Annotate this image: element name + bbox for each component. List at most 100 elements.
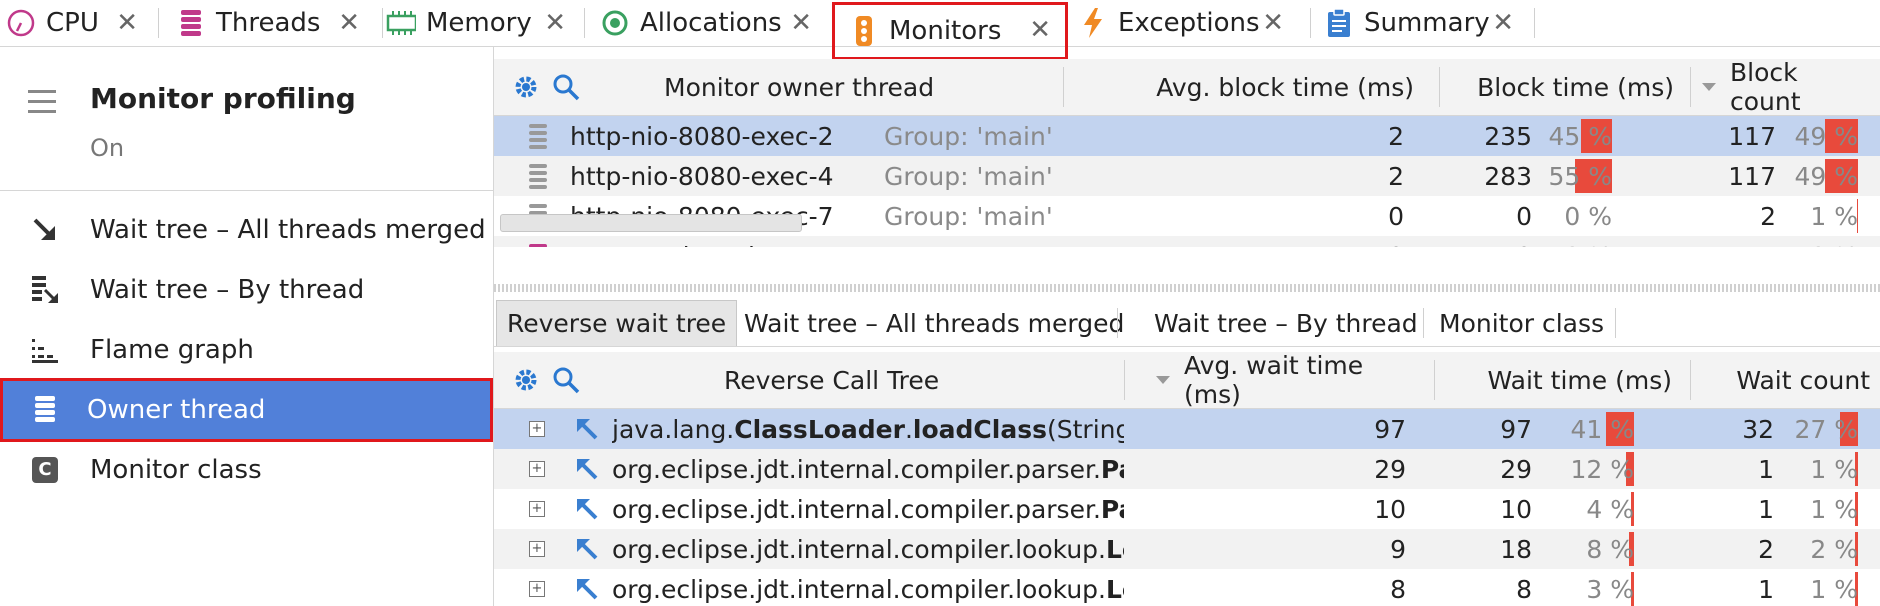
tab-memory[interactable]: Memory ✕ — [386, 0, 582, 46]
tree-row[interactable]: + org.eclipse.jdt.internal.compiler.looku… — [494, 569, 1880, 606]
table-header: Monitor owner thread Avg. block time (ms… — [494, 58, 1880, 116]
method-name: org.eclipse.jdt.internal.compiler.lookup… — [612, 534, 1124, 564]
clipboard-icon — [1324, 8, 1354, 38]
arrow-up-left-icon — [574, 489, 604, 529]
wait-count: 1 — [1758, 454, 1774, 484]
settings-gear-icon[interactable] — [512, 59, 540, 115]
close-icon[interactable]: ✕ — [1262, 8, 1284, 38]
tab-wait-tree-by-thread[interactable]: Wait tree – By thread — [1144, 300, 1428, 346]
wait-count: 1 — [1758, 494, 1774, 524]
block-time: 235 — [1484, 121, 1532, 151]
close-icon[interactable]: ✕ — [544, 8, 566, 38]
wait-time: 8 — [1516, 574, 1532, 604]
threads-icon — [176, 8, 206, 38]
col-wait-time[interactable]: Wait time (ms) — [1454, 352, 1672, 408]
close-icon[interactable]: ✕ — [790, 8, 812, 38]
col-monitor-owner-thread[interactable]: Monitor owner thread — [664, 59, 934, 115]
block-time: 0 — [1264, 236, 1532, 248]
horizontal-scrollbar[interactable] — [500, 214, 802, 232]
table-row[interactable]: <Agent thread>000 %10 % — [494, 236, 1880, 247]
col-reverse-call-tree[interactable]: Reverse Call Tree — [724, 352, 939, 408]
class-badge: C — [32, 457, 58, 483]
sidebar-item-monitor-class[interactable]: C Monitor class — [0, 441, 493, 499]
sidebar-item-wait-tree-merged[interactable]: Wait tree – All threads merged — [0, 201, 493, 259]
arrow-up-left-icon — [574, 409, 604, 449]
tree-row[interactable]: + org.eclipse.jdt.internal.compiler.looku… — [494, 529, 1880, 569]
wait-count-percent: 2 % — [1810, 534, 1858, 564]
tab-label: Allocations — [640, 8, 782, 38]
memory-chip-icon — [386, 8, 416, 38]
expand-icon[interactable]: + — [529, 541, 545, 557]
expand-icon[interactable]: + — [529, 581, 545, 597]
tab-wait-tree-merged[interactable]: Wait tree – All threads merged — [734, 300, 1134, 346]
wait-count: 32 — [1742, 414, 1774, 444]
sidebar-status: On — [90, 134, 125, 162]
close-icon[interactable]: ✕ — [116, 8, 138, 38]
block-count-percent: 1 % — [1810, 201, 1858, 231]
expand-icon[interactable]: + — [529, 421, 545, 437]
tab-summary[interactable]: Summary ✕ — [1324, 0, 1530, 46]
flame-graph-icon — [0, 336, 90, 364]
block-time: 0 — [1516, 201, 1532, 231]
sidebar-item-wait-tree-by-thread[interactable]: Wait tree – By thread — [0, 261, 493, 319]
method-name: org.eclipse.jdt.internal.compiler.parser… — [612, 454, 1124, 484]
sidebar-item-label: Flame graph — [90, 335, 254, 365]
tab-exceptions[interactable]: Exceptions ✕ — [1078, 0, 1300, 46]
arrow-up-left-icon — [574, 569, 604, 606]
settings-gear-icon[interactable] — [512, 352, 540, 408]
arrow-up-left-icon — [574, 529, 604, 569]
tree-row[interactable]: + org.eclipse.jdt.internal.compiler.parse… — [494, 449, 1880, 489]
thread-group: Group: 'main' — [884, 201, 1053, 231]
block-count-percent: 0 % — [1776, 236, 1858, 248]
allocations-icon — [600, 8, 630, 38]
tab-threads[interactable]: Threads ✕ — [176, 0, 376, 46]
sidebar-item-flame-graph[interactable]: Flame graph — [0, 321, 493, 379]
wait-count-percent: 1 % — [1810, 574, 1858, 604]
col-block-count[interactable]: Block count — [1730, 58, 1870, 116]
col-wait-count[interactable]: Wait count — [1720, 352, 1870, 408]
block-count: 1 — [1554, 236, 1776, 248]
block-time: 283 — [1484, 161, 1532, 191]
tree-row[interactable]: + org.eclipse.jdt.internal.compiler.parse… — [494, 489, 1880, 529]
traffic-light-icon — [849, 16, 879, 46]
method-name: java.lang.ClassLoader.loadClass(String, … — [612, 414, 1124, 444]
search-icon[interactable] — [552, 59, 580, 115]
wait-time: 10 — [1500, 494, 1532, 524]
sort-desc-icon[interactable] — [1700, 59, 1718, 115]
thread-name: http-nio-8080-exec-4 — [570, 161, 834, 191]
sidebar-item-owner-thread[interactable]: Owner thread — [0, 378, 493, 442]
table-row[interactable]: http-nio-8080-exec-4 Group: 'main' 2 283 55 … — [494, 156, 1880, 196]
tab-allocations[interactable]: Allocations ✕ — [600, 0, 828, 46]
close-icon[interactable]: ✕ — [338, 8, 360, 38]
tab-monitor-class[interactable]: Monitor class — [1429, 300, 1614, 346]
sidebar-item-label: Monitor class — [90, 455, 262, 485]
tab-label: Summary — [1364, 8, 1490, 38]
tab-reverse-wait-tree[interactable]: Reverse wait tree — [496, 300, 738, 346]
sort-desc-icon[interactable] — [1154, 352, 1172, 408]
splitter-handle[interactable] — [494, 284, 1880, 292]
close-icon[interactable]: ✕ — [1492, 8, 1514, 38]
arrow-up-left-icon — [574, 449, 604, 489]
expand-icon[interactable]: + — [529, 501, 545, 517]
col-avg-block-time[interactable]: Avg. block time (ms) — [1124, 59, 1414, 115]
reverse-call-tree-table: Reverse Call Tree Avg. wait time (ms) Wa… — [494, 352, 1880, 606]
block-count: 2 — [1760, 201, 1776, 231]
tab-label: Exceptions — [1118, 8, 1260, 38]
tab-cpu[interactable]: CPU ✕ — [6, 0, 154, 46]
method-name: org.eclipse.jdt.internal.compiler.lookup… — [612, 574, 1124, 604]
col-avg-wait-time[interactable]: Avg. wait time (ms) — [1184, 352, 1414, 409]
close-icon[interactable]: ✕ — [1029, 15, 1051, 45]
hamburger-menu-icon[interactable] — [28, 90, 56, 120]
wait-count: 1 — [1758, 574, 1774, 604]
sidebar-item-label: Wait tree – By thread — [90, 275, 365, 305]
expand-icon[interactable]: + — [529, 461, 545, 477]
tree-row[interactable]: + java.lang.ClassLoader.loadClass(String,… — [494, 409, 1880, 449]
sidebar-title: Monitor profiling — [90, 82, 356, 115]
table-row[interactable]: http-nio-8080-exec-2 Group: 'main' 2 235 45 … — [494, 116, 1880, 156]
tab-label: Memory — [426, 8, 532, 38]
col-block-time[interactable]: Block time (ms) — [1454, 59, 1674, 115]
search-icon[interactable] — [552, 352, 580, 408]
owner-thread-table: Monitor owner thread Avg. block time (ms… — [494, 47, 1880, 247]
table-header: Reverse Call Tree Avg. wait time (ms) Wa… — [494, 352, 1880, 409]
class-c-icon: C — [0, 457, 90, 483]
